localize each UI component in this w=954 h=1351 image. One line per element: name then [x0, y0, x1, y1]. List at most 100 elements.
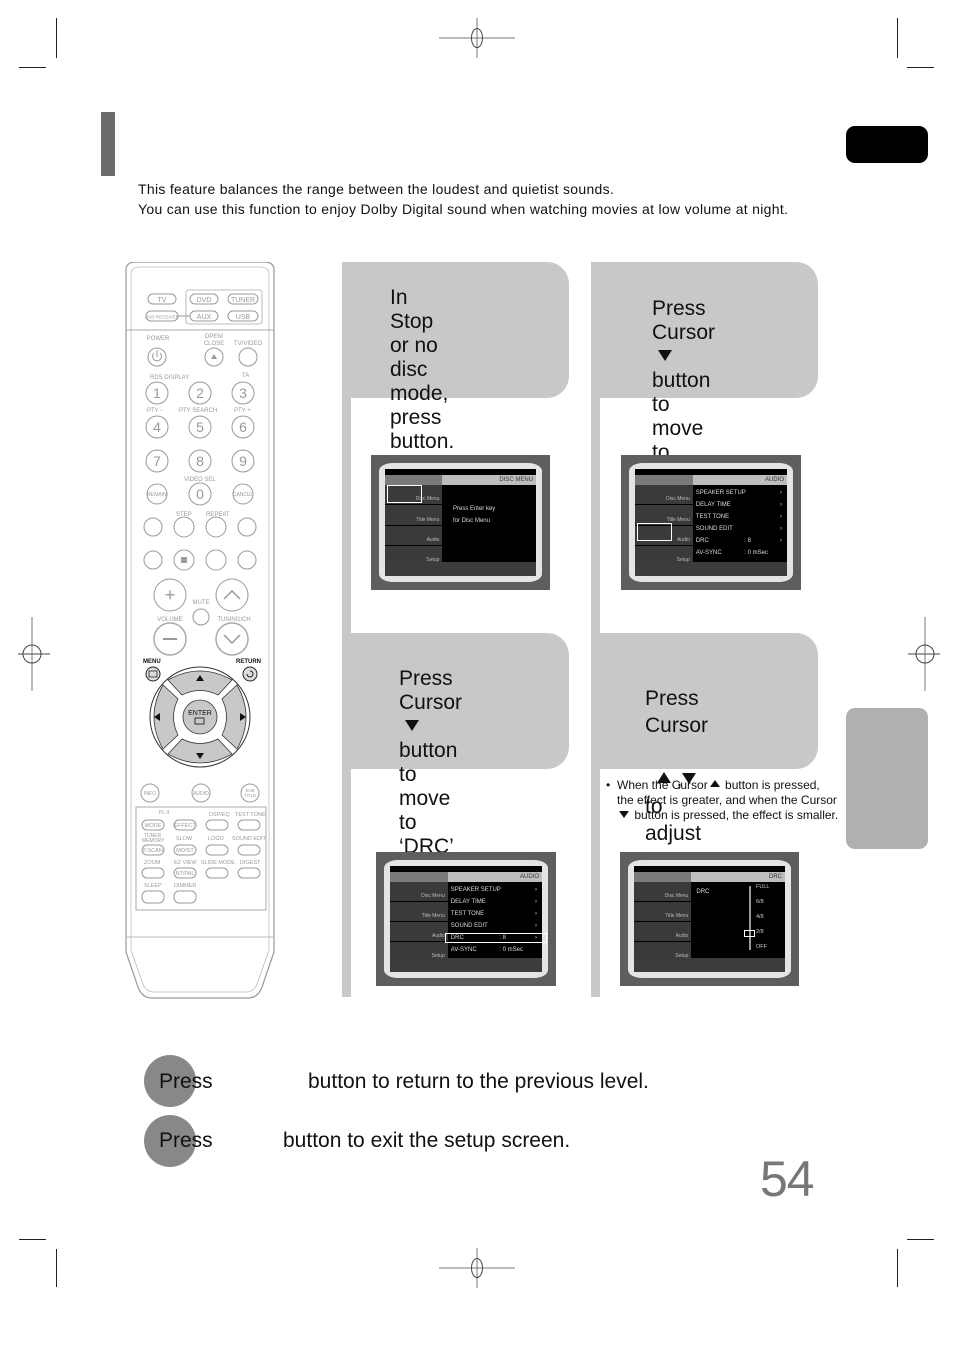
- osd-row: SPEAKER SETUP ›: [695, 490, 782, 496]
- remote-label: CLOSE: [204, 341, 224, 347]
- remote-label: ZOOM: [144, 860, 161, 866]
- intro-text: This feature balances the range between …: [138, 180, 788, 219]
- osd-header: AUDIO: [635, 475, 787, 485]
- digit-label: 6: [239, 419, 247, 435]
- osd-row: AV-SYNC: 0 mSec: [450, 947, 523, 953]
- note-part: When the Cursor: [617, 778, 708, 792]
- crop-mark: [56, 18, 57, 58]
- osd-screen-drc-level: DRC Disc Menu Title Menu Audio Setup DRC…: [620, 852, 799, 986]
- osd-side-item: Disc Menu: [390, 882, 448, 902]
- remote-label: MEMORY: [142, 838, 165, 844]
- language-tab: [846, 126, 928, 163]
- osd-side-item: Audio: [385, 525, 443, 546]
- registration-mark-left: [18, 617, 50, 691]
- remote-label: USB: [236, 314, 251, 321]
- osd-footer: [390, 958, 542, 972]
- osd-side-item: Title Menu: [634, 902, 692, 922]
- drc-scale: FULL 6/8 4/8 2/8 OFF: [756, 884, 780, 954]
- osd-side-item: Disc Menu: [635, 485, 693, 506]
- osd-side-item: Title Menu: [385, 505, 443, 526]
- exit-instruction: button to exit the setup screen.: [283, 1129, 571, 1152]
- step-stem: [591, 769, 600, 997]
- step-text: Press Cursor: [645, 687, 709, 737]
- digit-label: 2: [196, 385, 204, 401]
- intro-line: This feature balances the range between …: [138, 181, 615, 197]
- osd-row: SOUND EDIT ›: [695, 526, 782, 532]
- return-instruction: button to return to the previous level.: [308, 1070, 649, 1093]
- svg-text:+: +: [165, 585, 176, 605]
- remote-label: EFFECT: [174, 823, 196, 829]
- osd-row: TEST TONE ›: [695, 514, 782, 520]
- osd-screen-audio: AUDIO Disc Menu Title Menu Audio Setup S…: [621, 455, 801, 590]
- remote-label: RDS DISPLAY: [150, 375, 189, 381]
- osd-row: DRC: 8 ›: [695, 538, 782, 544]
- osd-content: SPEAKER SETUP › DELAY TIME › TEST TONE › SO…: [696, 487, 784, 560]
- drc-slider-track: [748, 886, 751, 950]
- digit-label: 3: [239, 385, 247, 401]
- remote-label: INFO: [144, 791, 156, 797]
- remote-label: P.SCAN: [143, 848, 163, 854]
- remote-label: VOLUME: [157, 617, 182, 623]
- remote-illustration: TV DVD TUNER DVD RECEIVER AUX USB POWER …: [125, 261, 275, 999]
- osd-row: for Disc Menu: [452, 518, 490, 524]
- osd-title: AUDIO: [519, 874, 539, 880]
- step-stem: [342, 769, 351, 997]
- osd-header: DISC MENU: [385, 475, 536, 485]
- remote-label: DVD: [197, 297, 212, 304]
- crop-mark: [907, 67, 934, 68]
- drc-slider-thumb[interactable]: [744, 929, 756, 937]
- osd-row: SOUND EDIT ›: [450, 923, 537, 929]
- drc-scale-label: OFF: [756, 944, 767, 950]
- drc-scale-label: 6/8: [756, 899, 764, 905]
- drc-scale-label: FULL: [756, 884, 770, 890]
- osd-side-item: Audio: [390, 922, 448, 942]
- remote-label: SLOW: [176, 836, 193, 842]
- section-tab: [846, 708, 928, 849]
- press-label: Press: [159, 1070, 213, 1093]
- page-number: 54: [760, 1151, 815, 1207]
- osd-sidebar: Disc Menu Title Menu Audio Setup: [634, 882, 692, 962]
- osd-content: SPEAKER SETUP › DELAY TIME › TEST TONE › SO…: [451, 884, 539, 956]
- bullet: •: [606, 778, 611, 792]
- osd-footer: [385, 562, 536, 576]
- osd-title: DRC: [769, 874, 782, 880]
- cursor-down-icon: [619, 811, 629, 818]
- osd-sidebar: Disc Menu Title Menu Audio Setup: [390, 882, 448, 962]
- remote-label: SLEEP: [144, 883, 162, 889]
- remote-label: OPEN/: [205, 334, 224, 340]
- remote-label: NT/PAL: [176, 871, 195, 877]
- remote-control: TV DVD TUNER DVD RECEIVER AUX USB POWER …: [122, 261, 278, 1002]
- osd-row: DRC: [696, 889, 710, 895]
- intro-line: You can use this function to enjoy Dolby…: [138, 200, 789, 217]
- digit-label: 0: [196, 486, 204, 502]
- osd-content: Press Enter key for Disc Menu: [453, 503, 533, 560]
- osd-title: AUDIO: [764, 477, 784, 483]
- osd-row: SPEAKER SETUP ›: [450, 887, 537, 893]
- remote-label: MODE: [145, 823, 162, 829]
- step-text: Press Cursor: [652, 297, 716, 344]
- osd-selection-highlight: [637, 523, 672, 541]
- drc-scale-label: 4/8: [756, 914, 764, 920]
- osd-header: AUDIO: [390, 872, 542, 882]
- remote-label: CANCEL: [233, 492, 254, 498]
- step-1-text: In Stop or no disc mode, press button.: [390, 286, 455, 453]
- step-bubble: [342, 262, 569, 398]
- remote-label: TEST TONE: [235, 812, 266, 818]
- remote-label: PL II: [159, 810, 169, 816]
- osd-screen-audio-drc: AUDIO Disc Menu Title Menu Audio Setup S…: [376, 852, 556, 986]
- remote-label: MUTE: [193, 600, 210, 606]
- osd-row: TEST TONE ›: [450, 911, 537, 917]
- crop-mark: [56, 1249, 57, 1287]
- crop-mark: [897, 18, 898, 58]
- step-text: Press Cursor: [399, 667, 463, 714]
- remote-label: DSP/EQ: [209, 812, 231, 818]
- remote-label: EZ VIEW: [174, 860, 197, 866]
- remote-label: SOUND EDIT: [232, 836, 267, 842]
- remote-label: DVD RECEIVER: [145, 315, 180, 320]
- osd-row: Press Enter key: [452, 506, 496, 512]
- osd-selection-highlight: [445, 933, 547, 943]
- digit-label: 1: [153, 385, 161, 401]
- title-bar-accent: [101, 112, 115, 176]
- digit-label: 4: [153, 419, 161, 435]
- osd-row: DELAY TIME ›: [450, 899, 537, 905]
